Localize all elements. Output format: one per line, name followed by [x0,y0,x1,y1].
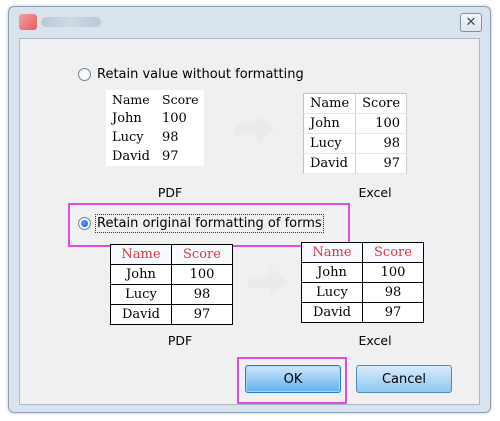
option-value-only[interactable]: Retain value without formatting [78,67,304,82]
window-title-redacted [41,17,101,27]
cell: Lucy [301,282,363,303]
cell: 100 [355,113,408,134]
cell: John [110,264,172,285]
cell: 97 [162,149,179,164]
excel-table-plain: Name Score John 100 Lucy 98 David 97 [303,93,408,174]
header-name: Name [303,93,357,114]
pdf-table-plain: Name Score John 100 Lucy 98 David 97 [106,90,205,166]
pdf-caption: PDF [167,333,193,348]
cell: 98 [171,284,233,305]
cell: 100 [162,111,187,126]
cell: 97 [171,304,233,325]
header-score: Score [171,244,233,265]
header-name: Name [301,242,363,263]
cell: 97 [355,153,408,174]
header-name: Name [112,92,150,107]
cell: David [110,304,172,325]
cell: Lucy [110,284,172,305]
cell: John [112,111,142,126]
header-score: Score [162,92,199,107]
cell: Lucy [112,130,144,145]
arrow-right-icon [248,267,288,297]
cell: John [303,113,357,134]
arrow-right-icon [235,114,275,144]
app-icon [19,14,37,30]
pdf-caption: PDF [157,185,183,200]
ok-button[interactable]: OK [245,365,341,393]
option-keep-formatting[interactable]: Retain original formatting of forms [78,214,324,233]
option-label: Retain value without formatting [97,67,304,82]
radio-button[interactable] [78,68,91,81]
cell: 97 [362,302,424,323]
excel-table-formatted: Name Score John 100 Lucy 98 David 97 [301,242,424,323]
close-button[interactable]: ✕ [460,13,482,32]
dialog-body: Retain value without formatting Name Scor… [19,38,480,405]
excel-caption: Excel [358,333,392,348]
cancel-button[interactable]: Cancel [356,365,452,393]
cell: 100 [171,264,233,285]
cell: 98 [355,133,408,154]
header-score: Score [355,93,408,114]
cell: David [112,149,150,164]
cell: 98 [162,130,179,145]
cell: 98 [362,282,424,303]
cell: 100 [362,262,424,283]
header-score: Score [362,242,424,263]
title-bar[interactable]: ✕ [9,7,490,37]
dialog-window: ✕ Retain value without formatting Name Sc… [8,6,491,413]
option-label: Retain original formatting of forms [95,214,324,233]
header-name: Name [110,244,172,265]
excel-caption: Excel [358,185,392,200]
cell: David [301,302,363,323]
cell: John [301,262,363,283]
pdf-table-formatted: Name Score John 100 Lucy 98 David 97 [110,244,233,325]
radio-button-selected[interactable] [78,217,91,230]
cell: David [303,153,357,174]
cell: Lucy [303,133,357,154]
